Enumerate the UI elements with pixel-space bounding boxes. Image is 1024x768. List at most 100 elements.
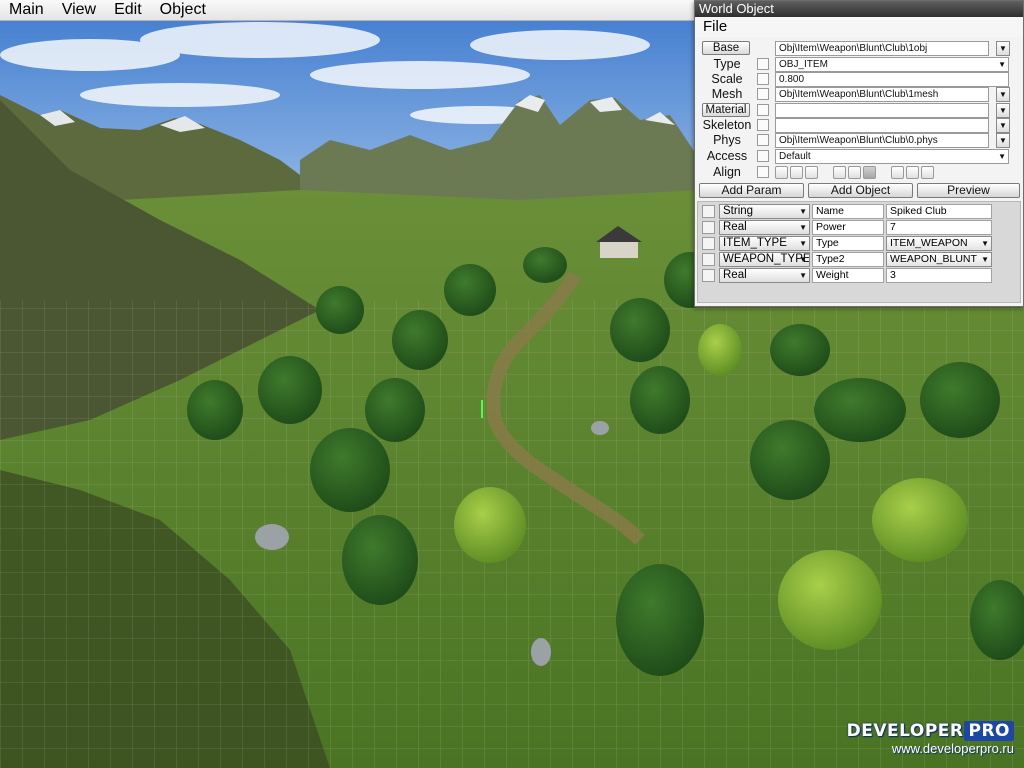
add-object-button[interactable]: Add Object xyxy=(808,183,913,198)
material-button[interactable]: Material xyxy=(702,103,750,117)
param-checkbox[interactable] xyxy=(702,221,715,234)
chevron-down-icon: ▼ xyxy=(998,152,1006,161)
param-value-select[interactable]: WEAPON_BLUNT ▼ xyxy=(886,252,992,267)
param-value-field[interactable]: 3 xyxy=(886,268,992,283)
param-name-field[interactable]: Name xyxy=(812,204,884,219)
param-type-select[interactable]: WEAPON_TYPE ▼ xyxy=(719,252,810,267)
chevron-down-icon: ▼ xyxy=(799,239,807,248)
type-checkbox[interactable] xyxy=(757,58,769,70)
param-value-select[interactable]: ITEM_WEAPON ▼ xyxy=(886,236,992,251)
param-type-select[interactable]: Real ▼ xyxy=(719,220,810,235)
mesh-dropdown-icon[interactable]: ▼ xyxy=(996,87,1010,102)
align-y-center-button[interactable] xyxy=(848,166,861,179)
chevron-down-icon: ▼ xyxy=(799,207,807,216)
property-row-access: Access Default ▼ xyxy=(699,149,1019,164)
phys-dropdown-icon[interactable]: ▼ xyxy=(996,133,1010,148)
access-select-value: Default xyxy=(779,151,811,162)
scale-field[interactable]: 0.800 xyxy=(775,72,1009,87)
param-row: ITEM_TYPE ▼ Type ITEM_WEAPON ▼ xyxy=(700,236,1020,251)
menu-object[interactable]: Object xyxy=(151,0,215,20)
type-select[interactable]: OBJ_ITEM ▼ xyxy=(775,57,1009,72)
param-value-text: WEAPON_BLUNT xyxy=(890,253,977,265)
material-checkbox[interactable] xyxy=(757,104,769,116)
watermark-url: www.developerpro.ru xyxy=(891,741,1014,756)
skeleton-dropdown-icon[interactable]: ▼ xyxy=(996,118,1010,133)
developerpro-watermark: DEVELOPER PRO www.developerpro.ru xyxy=(847,721,1014,756)
base-dropdown-icon[interactable]: ▼ xyxy=(996,41,1010,56)
phys-checkbox[interactable] xyxy=(757,134,769,146)
param-row: String ▼ Name Spiked Club xyxy=(700,204,1020,219)
align-checkbox[interactable] xyxy=(757,166,769,178)
chevron-down-icon: ▼ xyxy=(981,239,989,248)
menu-edit[interactable]: Edit xyxy=(105,0,151,20)
chevron-down-icon: ▼ xyxy=(998,60,1006,69)
param-type-select[interactable]: ITEM_TYPE ▼ xyxy=(719,236,810,251)
align-y-min-button[interactable] xyxy=(833,166,846,179)
property-row-material: Material ▼ xyxy=(699,103,1019,118)
property-row-align: Align xyxy=(699,165,1019,180)
watermark-brand-part1: DEVELOPER xyxy=(846,721,964,741)
material-dropdown-icon[interactable]: ▼ xyxy=(996,103,1010,118)
main-menu-bar: Main View Edit Object xyxy=(0,0,700,21)
menu-main[interactable]: Main xyxy=(0,0,53,20)
param-name-field[interactable]: Type2 xyxy=(812,252,884,267)
property-row-skeleton: Skeleton ▼ xyxy=(699,118,1019,133)
param-list: String ▼ Name Spiked Club Real ▼ Power 7… xyxy=(697,201,1021,303)
param-checkbox[interactable] xyxy=(702,269,715,282)
param-type-value: Real xyxy=(723,269,747,281)
window-title[interactable]: World Object xyxy=(695,1,1023,17)
param-checkbox[interactable] xyxy=(702,253,715,266)
base-button[interactable]: Base xyxy=(702,41,750,55)
param-row: Real ▼ Power 7 xyxy=(700,220,1020,235)
align-x-min-button[interactable] xyxy=(775,166,788,179)
phys-field[interactable]: Obj\Item\Weapon\Blunt\Club\0.phys xyxy=(775,133,989,148)
param-value-field[interactable]: 7 xyxy=(886,220,992,235)
param-name-field[interactable]: Type xyxy=(812,236,884,251)
material-field[interactable] xyxy=(775,103,989,118)
param-type-select[interactable]: String ▼ xyxy=(719,204,810,219)
align-label: Align xyxy=(713,165,741,179)
watermark-logo: DEVELOPER PRO xyxy=(847,721,1014,741)
property-row-base: Base Obj\Item\Weapon\Blunt\Club\1obj ▼ xyxy=(699,41,1019,56)
param-value-text: ITEM_WEAPON xyxy=(890,237,968,249)
phys-label: Phys xyxy=(713,133,741,147)
menu-file[interactable]: File xyxy=(699,18,731,35)
param-type-select[interactable]: Real ▼ xyxy=(719,268,810,283)
chevron-down-icon: ▼ xyxy=(981,255,989,264)
base-field[interactable]: Obj\Item\Weapon\Blunt\Club\1obj xyxy=(775,41,989,56)
access-checkbox[interactable] xyxy=(757,150,769,162)
param-row: Real ▼ Weight 3 xyxy=(700,268,1020,283)
type-label: Type xyxy=(713,57,741,71)
add-param-button[interactable]: Add Param xyxy=(699,183,804,198)
chevron-down-icon: ▼ xyxy=(799,223,807,232)
align-x-max-button[interactable] xyxy=(805,166,818,179)
align-z-center-button[interactable] xyxy=(906,166,919,179)
param-checkbox[interactable] xyxy=(702,205,715,218)
mesh-checkbox[interactable] xyxy=(757,88,769,100)
param-row: WEAPON_TYPE ▼ Type2 WEAPON_BLUNT ▼ xyxy=(700,252,1020,267)
skeleton-field[interactable] xyxy=(775,118,989,133)
param-checkbox[interactable] xyxy=(702,237,715,250)
align-z-min-button[interactable] xyxy=(891,166,904,179)
align-x-center-button[interactable] xyxy=(790,166,803,179)
access-label: Access xyxy=(706,149,748,163)
align-z-max-button[interactable] xyxy=(921,166,934,179)
mesh-field[interactable]: Obj\Item\Weapon\Blunt\Club\1mesh xyxy=(775,87,989,102)
param-value-field[interactable]: Spiked Club xyxy=(886,204,992,219)
align-y-max-button[interactable] xyxy=(863,166,876,179)
world-object-window: World Object File Base Obj\Item\Weapon\B… xyxy=(694,0,1024,307)
window-menu-bar: File xyxy=(695,17,1023,37)
param-name-field[interactable]: Power xyxy=(812,220,884,235)
property-row-phys: Phys Obj\Item\Weapon\Blunt\Club\0.phys ▼ xyxy=(699,133,1019,148)
param-name-field[interactable]: Weight xyxy=(812,268,884,283)
menu-view[interactable]: View xyxy=(53,0,105,20)
scale-checkbox[interactable] xyxy=(757,73,769,85)
skeleton-checkbox[interactable] xyxy=(757,119,769,131)
preview-button[interactable]: Preview xyxy=(917,183,1020,198)
watermark-brand-part2: PRO xyxy=(964,721,1014,741)
scale-label: Scale xyxy=(711,72,743,86)
param-type-value: Real xyxy=(723,221,747,233)
mesh-label: Mesh xyxy=(711,87,743,101)
access-select[interactable]: Default ▼ xyxy=(775,149,1009,164)
property-row-scale: Scale 0.800 xyxy=(699,72,1019,87)
